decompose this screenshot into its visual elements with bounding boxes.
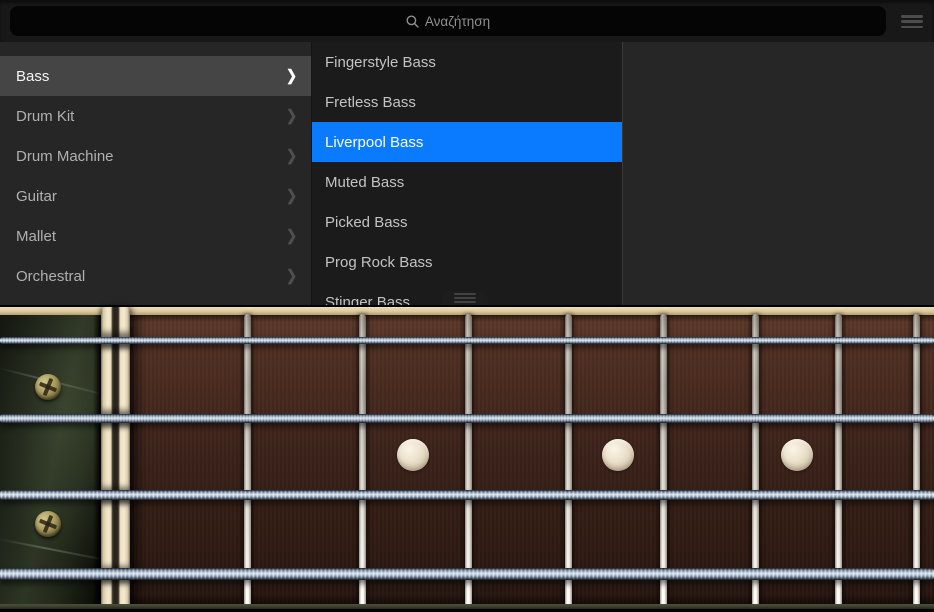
chevron-right-icon: ❯: [286, 266, 297, 285]
sidebar-item-drum-machine[interactable]: Drum Machine ❯: [0, 136, 311, 176]
sound-item-prog-rock-bass[interactable]: Prog Rock Bass: [312, 242, 622, 282]
sound-item-liverpool-bass[interactable]: Liverpool Bass: [312, 122, 622, 162]
sound-list: Fingerstyle Bass Fretless Bass Liverpool…: [311, 42, 622, 305]
sidebar-item-label: Guitar: [16, 187, 57, 205]
screw-1: [35, 374, 61, 400]
menu-bar: [901, 15, 923, 18]
sound-item-fretless-bass[interactable]: Fretless Bass: [312, 82, 622, 122]
chevron-right-icon: ❯: [286, 106, 297, 125]
sound-browser: Bass ❯ Drum Kit ❯ Drum Machine ❯ Guitar …: [0, 42, 934, 305]
screw-2: [35, 511, 61, 537]
sound-item-muted-bass[interactable]: Muted Bass: [312, 162, 622, 202]
menu-bar: [901, 25, 923, 28]
fret-6: [751, 314, 759, 607]
browser-pull-handle[interactable]: [443, 291, 487, 305]
sound-item-label: Stinger Bass: [325, 293, 411, 306]
sidebar-item-drum-kit[interactable]: Drum Kit ❯: [0, 96, 311, 136]
fret-5: [659, 314, 667, 607]
fret-7: [834, 314, 842, 607]
sound-item-label: Prog Rock Bass: [325, 253, 433, 271]
fret-8: [912, 314, 920, 607]
sidebar-item-guitar[interactable]: Guitar ❯: [0, 176, 311, 216]
sidebar-item-bass[interactable]: Bass ❯: [0, 56, 311, 96]
neck-edge-shadow: [93, 315, 101, 604]
sound-item-label: Muted Bass: [325, 173, 405, 191]
chevron-right-icon: ❯: [286, 226, 297, 245]
bass-string-2[interactable]: [0, 413, 934, 423]
fret-marker-dot-3: [781, 439, 813, 471]
handle-bar: [454, 293, 476, 295]
sidebar-item-orchestral[interactable]: Orchestral ❯: [0, 256, 311, 296]
fret-1: [243, 314, 251, 607]
sidebar-item-label: Drum Kit: [16, 107, 75, 125]
bass-body: [0, 315, 101, 604]
detail-panel: [622, 42, 934, 305]
sidebar-item-label: Mallet: [16, 227, 57, 245]
fret-marker-dot-2: [602, 439, 634, 471]
bass-string-3[interactable]: [0, 490, 934, 500]
chevron-right-icon: ❯: [286, 146, 297, 165]
bass-string-1[interactable]: [0, 336, 934, 344]
sidebar-item-label: Orchestral: [16, 267, 86, 285]
fret-4: [564, 314, 572, 607]
search-icon: [406, 15, 419, 28]
sound-item-picked-bass[interactable]: Picked Bass: [312, 202, 622, 242]
bass-string-4[interactable]: [0, 568, 934, 580]
category-list: Bass ❯ Drum Kit ❯ Drum Machine ❯ Guitar …: [0, 42, 311, 305]
menu-button[interactable]: [901, 15, 923, 28]
sidebar-item-label: Drum Machine: [16, 147, 114, 165]
fret-marker-dot-1: [397, 439, 429, 471]
search-input[interactable]: Αναζήτηση: [10, 6, 886, 36]
search-placeholder: Αναζήτηση: [424, 13, 491, 29]
sidebar-item-label: Bass: [16, 67, 50, 85]
handle-bar: [454, 301, 476, 303]
sound-item-label: Liverpool Bass: [325, 133, 424, 151]
handle-bar: [454, 297, 476, 299]
sound-item-label: Picked Bass: [325, 213, 408, 231]
bass-fretboard[interactable]: [0, 305, 934, 612]
nut: [101, 307, 130, 608]
fret-2: [358, 314, 366, 607]
sidebar-item-mallet[interactable]: Mallet ❯: [0, 216, 311, 256]
menu-bar: [901, 20, 923, 23]
chevron-right-icon: ❯: [286, 66, 297, 85]
nut-wood-shadow: [130, 315, 146, 604]
sound-item-fingerstyle-bass[interactable]: Fingerstyle Bass: [312, 42, 622, 82]
chevron-right-icon: ❯: [286, 186, 297, 205]
title-bar: Αναζήτηση: [0, 0, 934, 42]
sound-item-label: Fingerstyle Bass: [325, 53, 436, 71]
sound-item-label: Fretless Bass: [325, 93, 416, 111]
fret-3: [464, 314, 472, 607]
